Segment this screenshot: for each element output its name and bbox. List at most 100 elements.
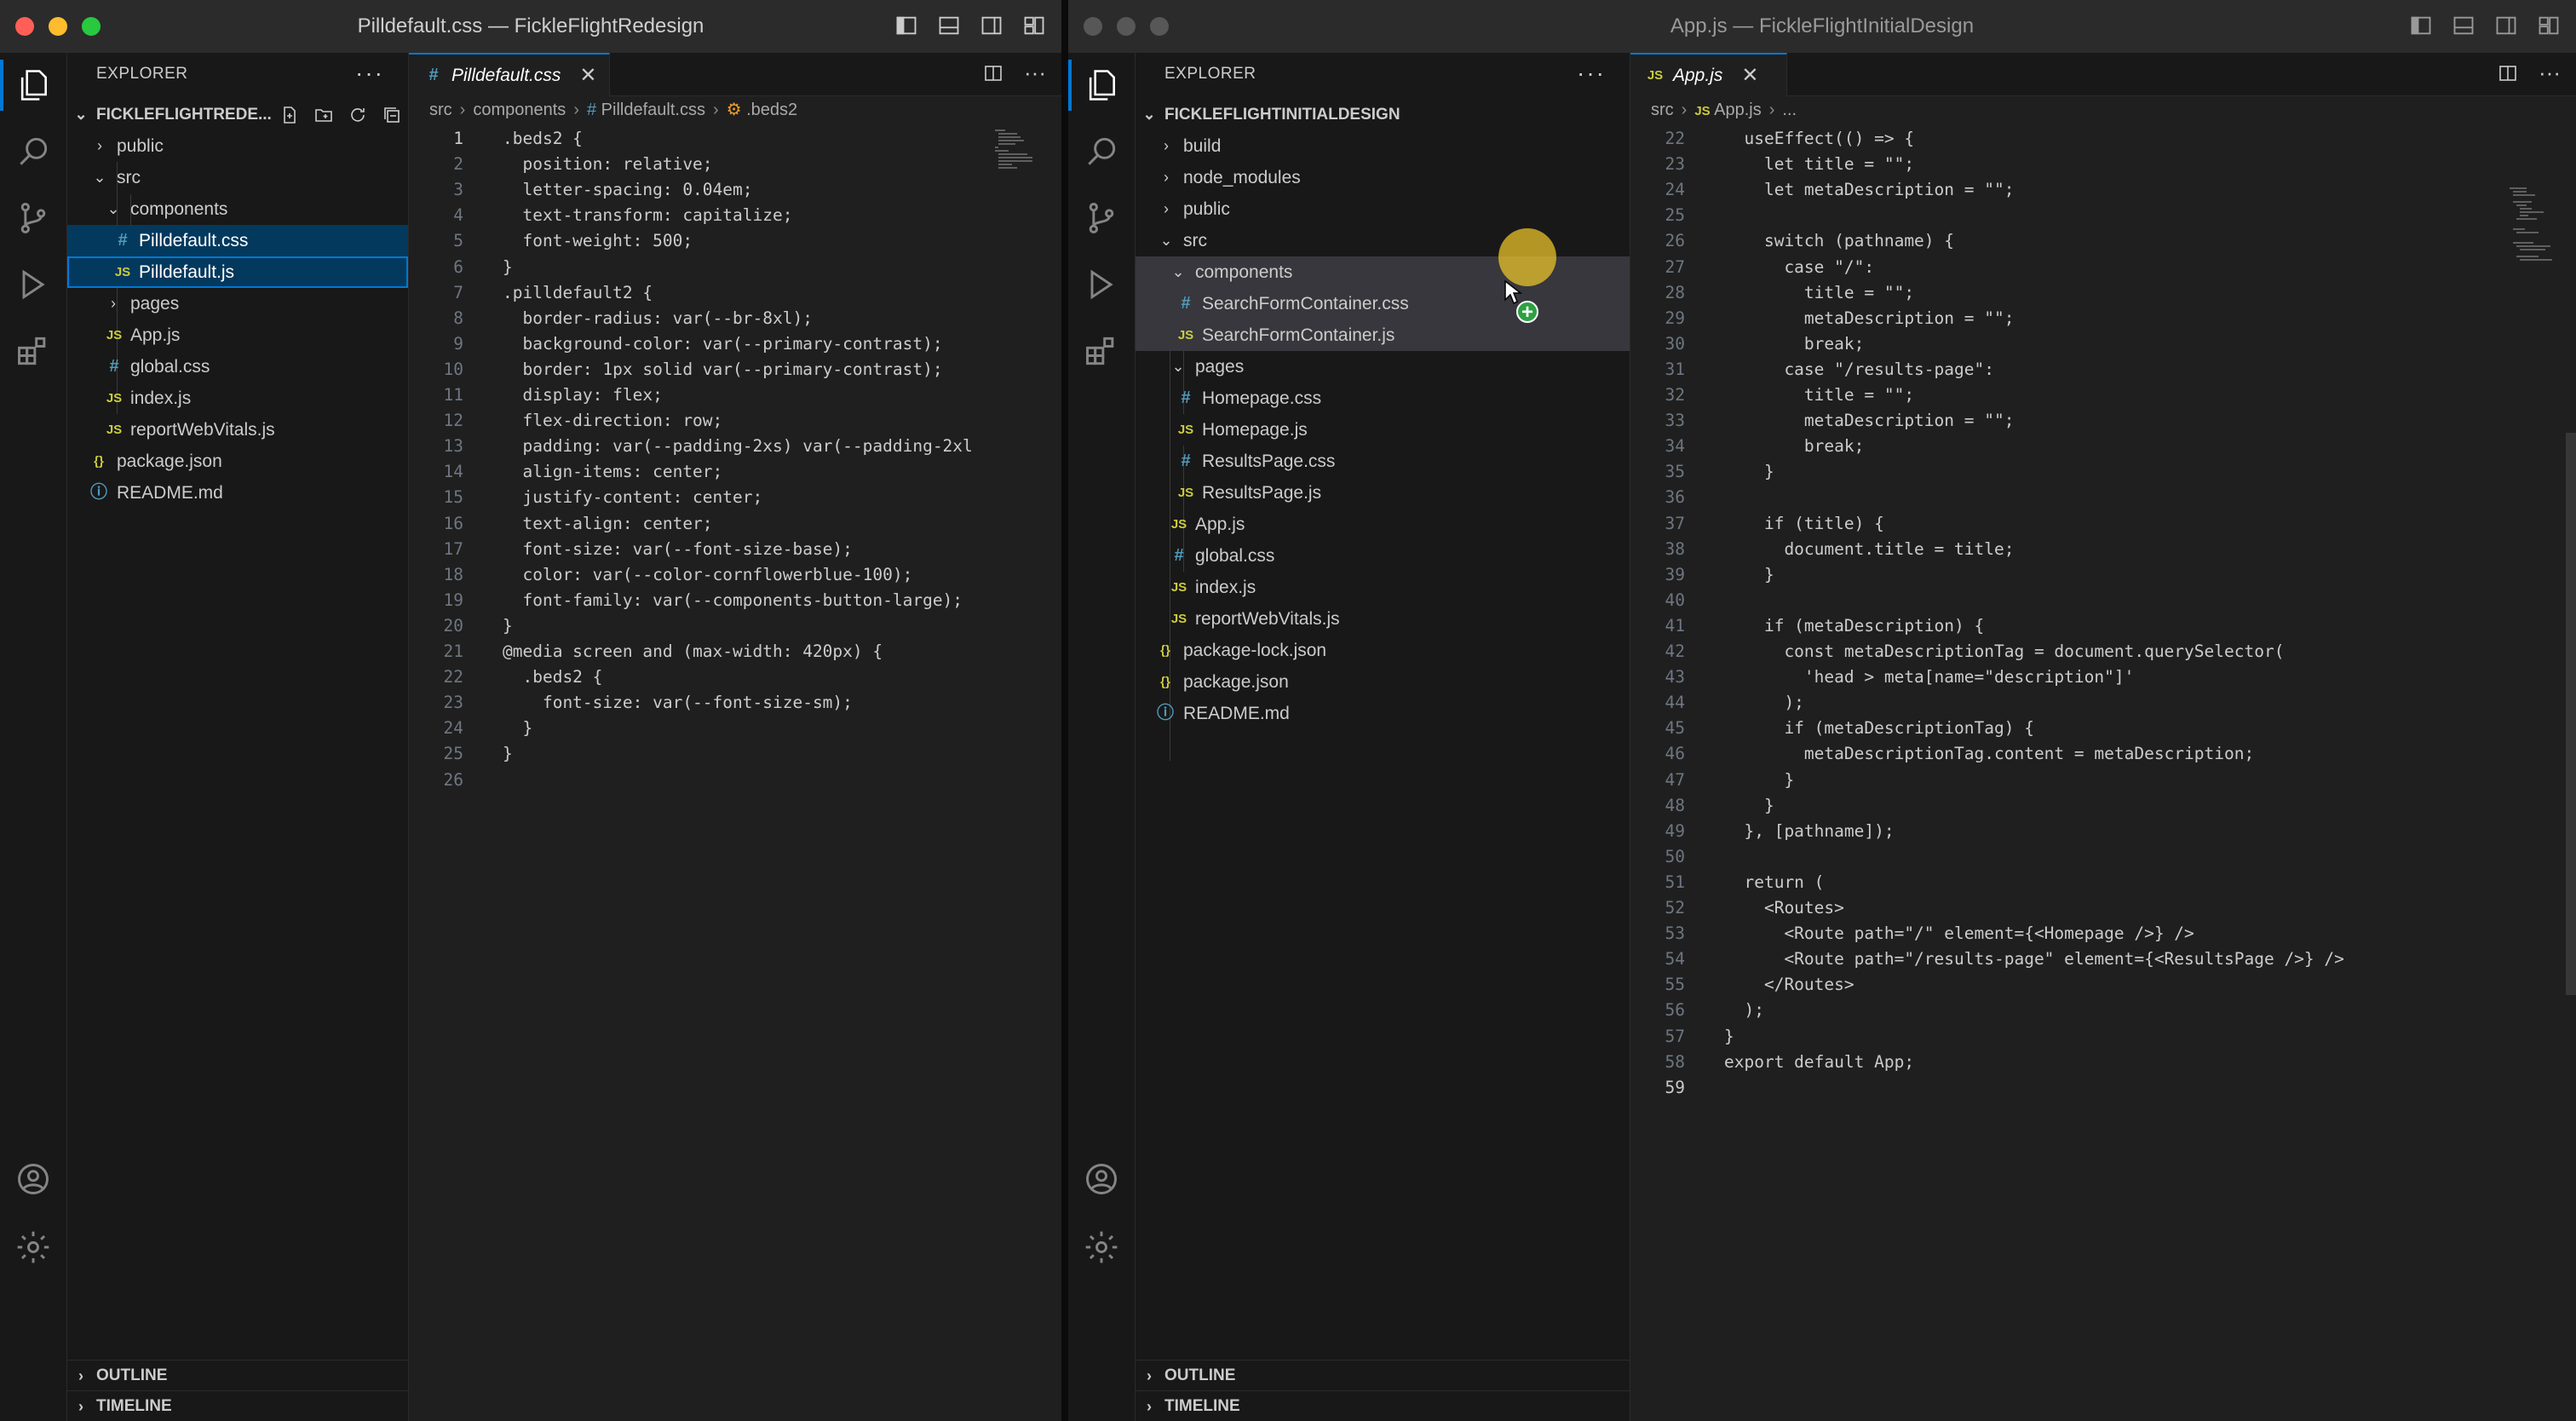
split-editor-icon[interactable] bbox=[983, 63, 1005, 85]
tree-item-folder[interactable]: ⌄ components bbox=[67, 193, 408, 225]
code-line[interactable]: 24 let metaDescription = ""; bbox=[1630, 177, 2576, 203]
account-icon[interactable] bbox=[14, 1160, 52, 1198]
tree-item-file[interactable]: JS App.js bbox=[67, 319, 408, 351]
breadcrumb-item[interactable]: .beds2 bbox=[746, 101, 797, 119]
tree-item-file[interactable]: {} package-lock.json bbox=[1136, 635, 1630, 666]
code-line[interactable]: 51 return ( bbox=[1630, 870, 2576, 895]
code-line[interactable]: 35 } bbox=[1630, 459, 2576, 485]
timeline-section[interactable]: › TIMELINE bbox=[67, 1390, 408, 1421]
code-line[interactable]: 57} bbox=[1630, 1024, 2576, 1050]
toggle-primary-sidebar-icon[interactable] bbox=[2409, 14, 2433, 37]
tree-item-file[interactable]: # Pilldefault.css bbox=[67, 225, 408, 256]
customize-layout-icon[interactable] bbox=[1022, 14, 1046, 37]
toggle-primary-sidebar-icon[interactable] bbox=[894, 14, 918, 37]
breadcrumb-item[interactable]: src bbox=[1651, 101, 1674, 119]
timeline-section[interactable]: › TIMELINE bbox=[1136, 1390, 1630, 1421]
tab-pilldefault-css[interactable]: # Pilldefault.css ✕ bbox=[409, 53, 610, 96]
code-line[interactable]: 53 <Route path="/" element={<Homepage />… bbox=[1630, 921, 2576, 946]
code-line[interactable]: 43 'head > meta[name="description"]' bbox=[1630, 664, 2576, 690]
new-file-icon[interactable] bbox=[279, 99, 301, 130]
close-tab-icon[interactable]: ✕ bbox=[579, 63, 596, 88]
code-line[interactable]: 17 font-size: var(--font-size-base); bbox=[409, 537, 1061, 562]
code-line[interactable]: 40 bbox=[1630, 588, 2576, 613]
toggle-panel-icon[interactable] bbox=[937, 14, 961, 37]
code-line[interactable]: 34 break; bbox=[1630, 434, 2576, 459]
code-line[interactable]: 55 </Routes> bbox=[1630, 972, 2576, 998]
tree-item-file[interactable]: # global.css bbox=[1136, 540, 1630, 572]
tree-item-file[interactable]: JS Pilldefault.js bbox=[67, 256, 408, 288]
code-line[interactable]: 16 text-align: center; bbox=[409, 511, 1061, 537]
collapse-all-icon[interactable] bbox=[381, 99, 403, 130]
code-line[interactable]: 56 ); bbox=[1630, 998, 2576, 1023]
code-line[interactable]: 22 .beds2 { bbox=[409, 664, 1061, 690]
code-line[interactable]: 27 case "/": bbox=[1630, 255, 2576, 280]
tree-item-file[interactable]: # SearchFormContainer.css bbox=[1136, 288, 1630, 319]
tree-item-file[interactable]: JS SearchFormContainer.js bbox=[1136, 319, 1630, 351]
tree-item-file[interactable]: ⓘ README.md bbox=[67, 477, 408, 509]
extensions-icon[interactable] bbox=[14, 332, 52, 370]
code-line[interactable]: 50 bbox=[1630, 844, 2576, 870]
code-line[interactable]: 25 bbox=[1630, 203, 2576, 228]
code-line[interactable]: 21 @media screen and (max-width: 420px) { bbox=[409, 639, 1061, 664]
tree-item-file[interactable]: {} package.json bbox=[67, 446, 408, 477]
code-line[interactable]: 47 } bbox=[1630, 768, 2576, 793]
code-line[interactable]: 11 display: flex; bbox=[409, 383, 1061, 408]
tree-item-folder[interactable]: › build bbox=[1136, 130, 1630, 162]
settings-gear-icon[interactable] bbox=[1083, 1228, 1120, 1266]
code-line[interactable]: 54 <Route path="/results-page" element={… bbox=[1630, 946, 2576, 972]
source-control-icon[interactable] bbox=[1083, 199, 1120, 237]
code-line[interactable]: 41 if (metaDescription) { bbox=[1630, 613, 2576, 639]
tree-item-file[interactable]: JS index.js bbox=[1136, 572, 1630, 603]
code-line[interactable]: 42 const metaDescriptionTag = document.q… bbox=[1630, 639, 2576, 664]
tree-item-folder[interactable]: › public bbox=[1136, 193, 1630, 225]
code-line[interactable]: 24 } bbox=[409, 716, 1061, 741]
code-line[interactable]: 37 if (title) { bbox=[1630, 511, 2576, 537]
toggle-secondary-sidebar-icon[interactable] bbox=[980, 14, 1003, 37]
code-line[interactable]: 29 metaDescription = ""; bbox=[1630, 306, 2576, 331]
tree-item-folder[interactable]: › node_modules bbox=[1136, 162, 1630, 193]
outline-section[interactable]: › OUTLINE bbox=[67, 1360, 408, 1391]
tree-item-folder[interactable]: ⌄ src bbox=[67, 162, 408, 193]
breadcrumb-item[interactable]: ... bbox=[1782, 101, 1797, 119]
split-editor-icon[interactable] bbox=[2498, 63, 2520, 85]
code-line[interactable]: 39 } bbox=[1630, 562, 2576, 588]
outline-section[interactable]: › OUTLINE bbox=[1136, 1360, 1630, 1391]
code-line[interactable]: 23 font-size: var(--font-size-sm); bbox=[409, 690, 1061, 716]
code-line[interactable]: 38 document.title = title; bbox=[1630, 537, 2576, 562]
code-line[interactable]: 36 bbox=[1630, 485, 2576, 510]
code-line[interactable]: 6} bbox=[409, 255, 1061, 280]
code-line[interactable]: 32 title = ""; bbox=[1630, 383, 2576, 408]
tree-item-file[interactable]: JS ResultsPage.js bbox=[1136, 477, 1630, 509]
code-line[interactable]: 20} bbox=[409, 613, 1061, 639]
code-editor[interactable]: 22 useEffect(() => {23 let title = ""; 24… bbox=[1630, 126, 2576, 1421]
tree-item-folder[interactable]: ⌄ pages bbox=[1136, 351, 1630, 383]
account-icon[interactable] bbox=[1083, 1160, 1120, 1198]
refresh-icon[interactable] bbox=[347, 99, 369, 130]
files-icon[interactable] bbox=[1068, 60, 1120, 111]
tree-item-file[interactable]: # Homepage.css bbox=[1136, 383, 1630, 414]
code-line[interactable]: 25} bbox=[409, 741, 1061, 767]
run-debug-icon[interactable] bbox=[1083, 266, 1120, 303]
code-line[interactable]: 18 color: var(--color-cornflowerblue-100… bbox=[409, 562, 1061, 588]
code-line[interactable]: 28 title = ""; bbox=[1630, 280, 2576, 306]
tree-item-file[interactable]: JS reportWebVitals.js bbox=[1136, 603, 1630, 635]
breadcrumb-item[interactable]: components bbox=[473, 101, 566, 119]
toggle-secondary-sidebar-icon[interactable] bbox=[2494, 14, 2518, 37]
new-folder-icon[interactable] bbox=[313, 99, 335, 130]
explorer-root-folder[interactable]: ⌄ FICKLEFLIGHTINITIALDESIGN bbox=[1136, 99, 1630, 130]
settings-gear-icon[interactable] bbox=[14, 1228, 52, 1266]
tree-item-file[interactable]: # global.css bbox=[67, 351, 408, 383]
code-line[interactable]: 19 font-family: var(--components-button-… bbox=[409, 588, 1061, 613]
code-line[interactable]: 49 }, [pathname]); bbox=[1630, 819, 2576, 844]
code-line[interactable]: 33 metaDescription = ""; bbox=[1630, 408, 2576, 434]
code-line[interactable]: 44 ); bbox=[1630, 690, 2576, 716]
breadcrumb-item[interactable]: Pilldefault.css bbox=[601, 101, 705, 119]
code-line[interactable]: 12 flex-direction: row; bbox=[409, 408, 1061, 434]
explorer-root-folder[interactable]: ⌄ FICKLEFLIGHTREDE... bbox=[67, 99, 408, 130]
code-line[interactable]: 58 export default App; bbox=[1630, 1050, 2576, 1075]
code-line[interactable]: 31 case "/results-page": bbox=[1630, 357, 2576, 383]
code-line[interactable]: 2 position: relative; bbox=[409, 152, 1061, 177]
code-line[interactable]: 13 padding: var(--padding-2xs) var(--pad… bbox=[409, 434, 1061, 459]
tree-item-file[interactable]: ⓘ README.md bbox=[1136, 698, 1630, 729]
more-actions-icon[interactable]: ··· bbox=[355, 60, 384, 87]
